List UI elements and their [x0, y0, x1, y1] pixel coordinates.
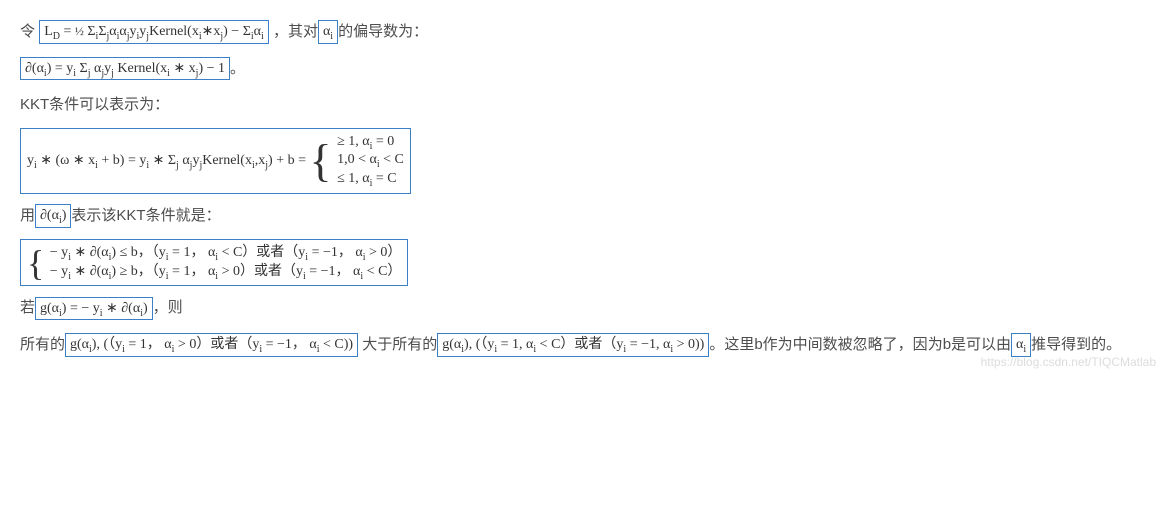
watermark: https://blog.csdn.net/TIQCMatlab: [981, 351, 1156, 374]
paragraph-4: yi ∗ (ω ∗ xi + b) = yi ∗ Σj αjyjKernel(x…: [20, 128, 1146, 195]
formula-g-set2: g(αi), (（yi = 1, αi < C）或者（yi = −1, αi >…: [437, 333, 709, 357]
paragraph-3: KKT条件可以表示为：: [20, 91, 1146, 120]
formula-kkt: yi ∗ (ω ∗ xi + b) = yi ∗ Σj αjyjKernel(x…: [20, 128, 411, 195]
formula-LD: LD = ½ ΣiΣjαiαjyiyjKernel(xi∗xj) − Σiαi: [39, 20, 269, 44]
text: 用: [20, 207, 35, 224]
text: 表示该KKT条件就是：: [71, 207, 220, 224]
text: 所有的: [20, 336, 65, 353]
text: 大于所有的: [358, 336, 437, 353]
formula-alpha-i: αi: [318, 20, 338, 44]
text: ，其对: [273, 23, 318, 40]
text: 若: [20, 299, 35, 316]
text: ，则: [153, 299, 183, 316]
text: 令: [20, 23, 35, 40]
text: 。这里b作为中间数被忽略了，因为b是可以由: [709, 336, 1011, 353]
paragraph-1: 令 LD = ½ ΣiΣjαiαjyiyjKernel(xi∗xj) − Σiα…: [20, 18, 1146, 47]
formula-partial-small: ∂(αi): [35, 204, 71, 228]
paragraph-8: 所有的g(αi), (（yi = 1， αi > 0）或者（yi = −1， α…: [20, 331, 1146, 360]
formula-g-def: g(αi) = − yi ∗ ∂(αi): [35, 297, 153, 321]
formula-partial: ∂(αi) = yi Σj αjyj Kernel(xi ∗ xj) − 1: [20, 57, 230, 81]
paragraph-2: ∂(αi) = yi Σj αjyj Kernel(xi ∗ xj) − 1 。: [20, 55, 1146, 84]
paragraph-5: 用∂(αi)表示该KKT条件就是：: [20, 202, 1146, 231]
formula-kkt-with-partial: { − yi ∗ ∂(αi) ≤ b，（yi = 1， αi < C）或者（yi…: [20, 239, 408, 287]
paragraph-6: { − yi ∗ ∂(αi) ≤ b，（yi = 1， αi < C）或者（yi…: [20, 239, 1146, 287]
text: 。: [230, 60, 245, 77]
formula-g-set1: g(αi), (（yi = 1， αi > 0）或者（yi = −1， αi <…: [65, 333, 358, 357]
text: 的偏导数为：: [338, 23, 428, 40]
text-kkt-intro: KKT条件可以表示为：: [20, 96, 169, 113]
paragraph-7: 若g(αi) = − yi ∗ ∂(αi)，则: [20, 294, 1146, 323]
